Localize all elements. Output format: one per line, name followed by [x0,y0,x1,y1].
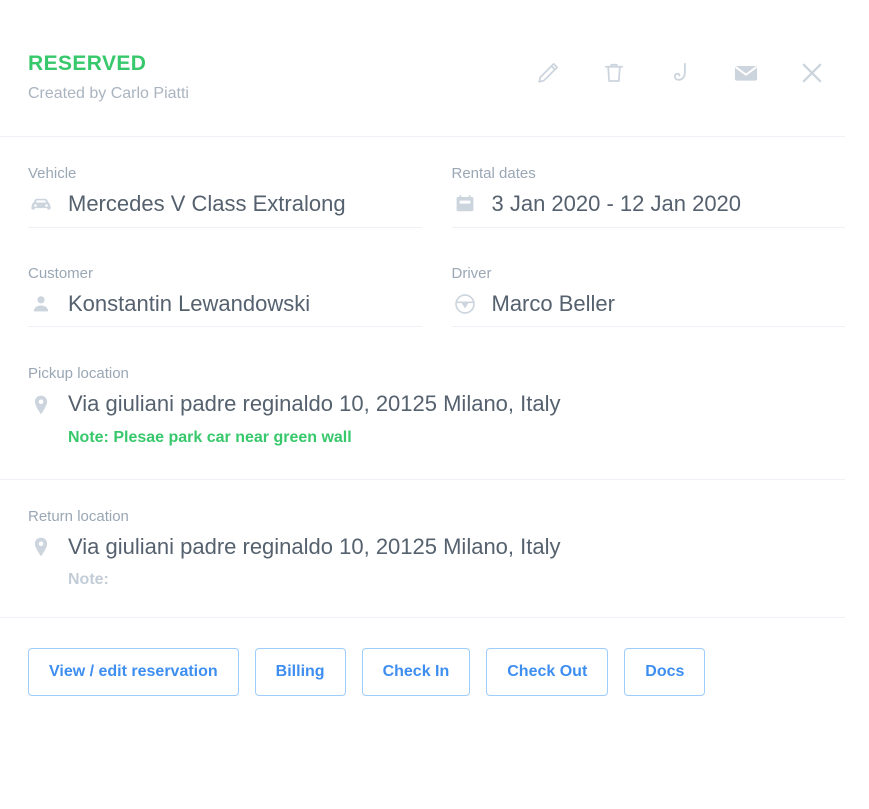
return-location-block: Return location Via giuliani padre regin… [0,508,869,591]
field-driver-underline [451,326,845,328]
header-divider [0,136,845,138]
check-in-button[interactable]: Check In [361,648,471,696]
docs-button[interactable]: Docs [624,648,706,696]
field-customer-label: Customer [28,264,94,282]
call-button[interactable] [665,58,695,88]
field-row-customer-driver: Customer Konstantin Lewandowski Driver M… [0,265,869,328]
field-driver-value: Marco Beller [491,290,615,316]
calendar-icon [452,191,478,217]
edit-button[interactable] [533,58,563,88]
card-header: RESERVED Created by Carlo Piatti [0,0,869,103]
field-vehicle-label: Vehicle [28,165,77,183]
steering-wheel-icon [452,291,478,317]
map-pin-icon [28,534,54,560]
field-rental-dates-label: Rental dates [451,165,536,183]
return-location-note: Note: [68,571,109,589]
field-driver-label: Driver [451,264,492,282]
pickup-location-address: Via giuliani padre reginaldo 10, 20125 M… [68,391,561,417]
return-location-address: Via giuliani padre reginaldo 10, 20125 M… [68,533,561,559]
phone-icon [667,60,693,86]
field-customer-value: Konstantin Lewandowski [68,290,311,316]
header-status-block: RESERVED Created by Carlo Piatti [28,52,189,103]
pencil-icon [535,60,561,86]
reservation-detail-card: RESERVED Created by Carlo Piatti Vehicle… [0,0,869,809]
field-row-vehicle-dates: Vehicle Mercedes V Class Extralong Renta… [0,165,869,228]
field-customer-underline [28,326,422,328]
close-button[interactable] [797,58,827,88]
pickup-divider [0,478,845,480]
view-edit-reservation-button[interactable]: View / edit reservation [28,648,239,696]
person-icon [28,291,54,317]
field-rental-dates: Rental dates 3 Jan 2020 - 12 Jan 2020 [451,165,845,228]
status-badge: RESERVED [28,52,147,75]
pickup-location-block: Pickup location Via giuliani padre regin… [0,365,869,448]
field-customer: Customer Konstantin Lewandowski [28,265,422,328]
pickup-location-note: Note: Plesae park car near green wall [68,428,352,446]
field-vehicle-value: Mercedes V Class Extralong [68,191,346,217]
car-icon [28,191,54,217]
delete-button[interactable] [599,58,629,88]
field-vehicle: Vehicle Mercedes V Class Extralong [28,165,422,228]
check-out-button[interactable]: Check Out [486,648,609,696]
field-rental-dates-underline [451,226,845,228]
action-button-bar: View / edit reservation Billing Check In… [0,648,869,696]
pickup-location-label: Pickup location [28,365,129,383]
field-vehicle-underline [28,226,422,228]
envelope-icon [732,59,760,87]
created-by-label: Created by Carlo Piatti [28,85,189,103]
header-action-buttons [533,58,845,88]
field-rental-dates-value: 3 Jan 2020 - 12 Jan 2020 [491,191,742,217]
return-location-label: Return location [28,507,129,525]
return-divider [0,617,845,619]
map-pin-icon [28,392,54,418]
email-button[interactable] [731,58,761,88]
field-driver: Driver Marco Beller [451,264,845,328]
billing-button[interactable]: Billing [254,648,346,696]
trash-icon [601,60,627,86]
close-icon [798,59,826,87]
